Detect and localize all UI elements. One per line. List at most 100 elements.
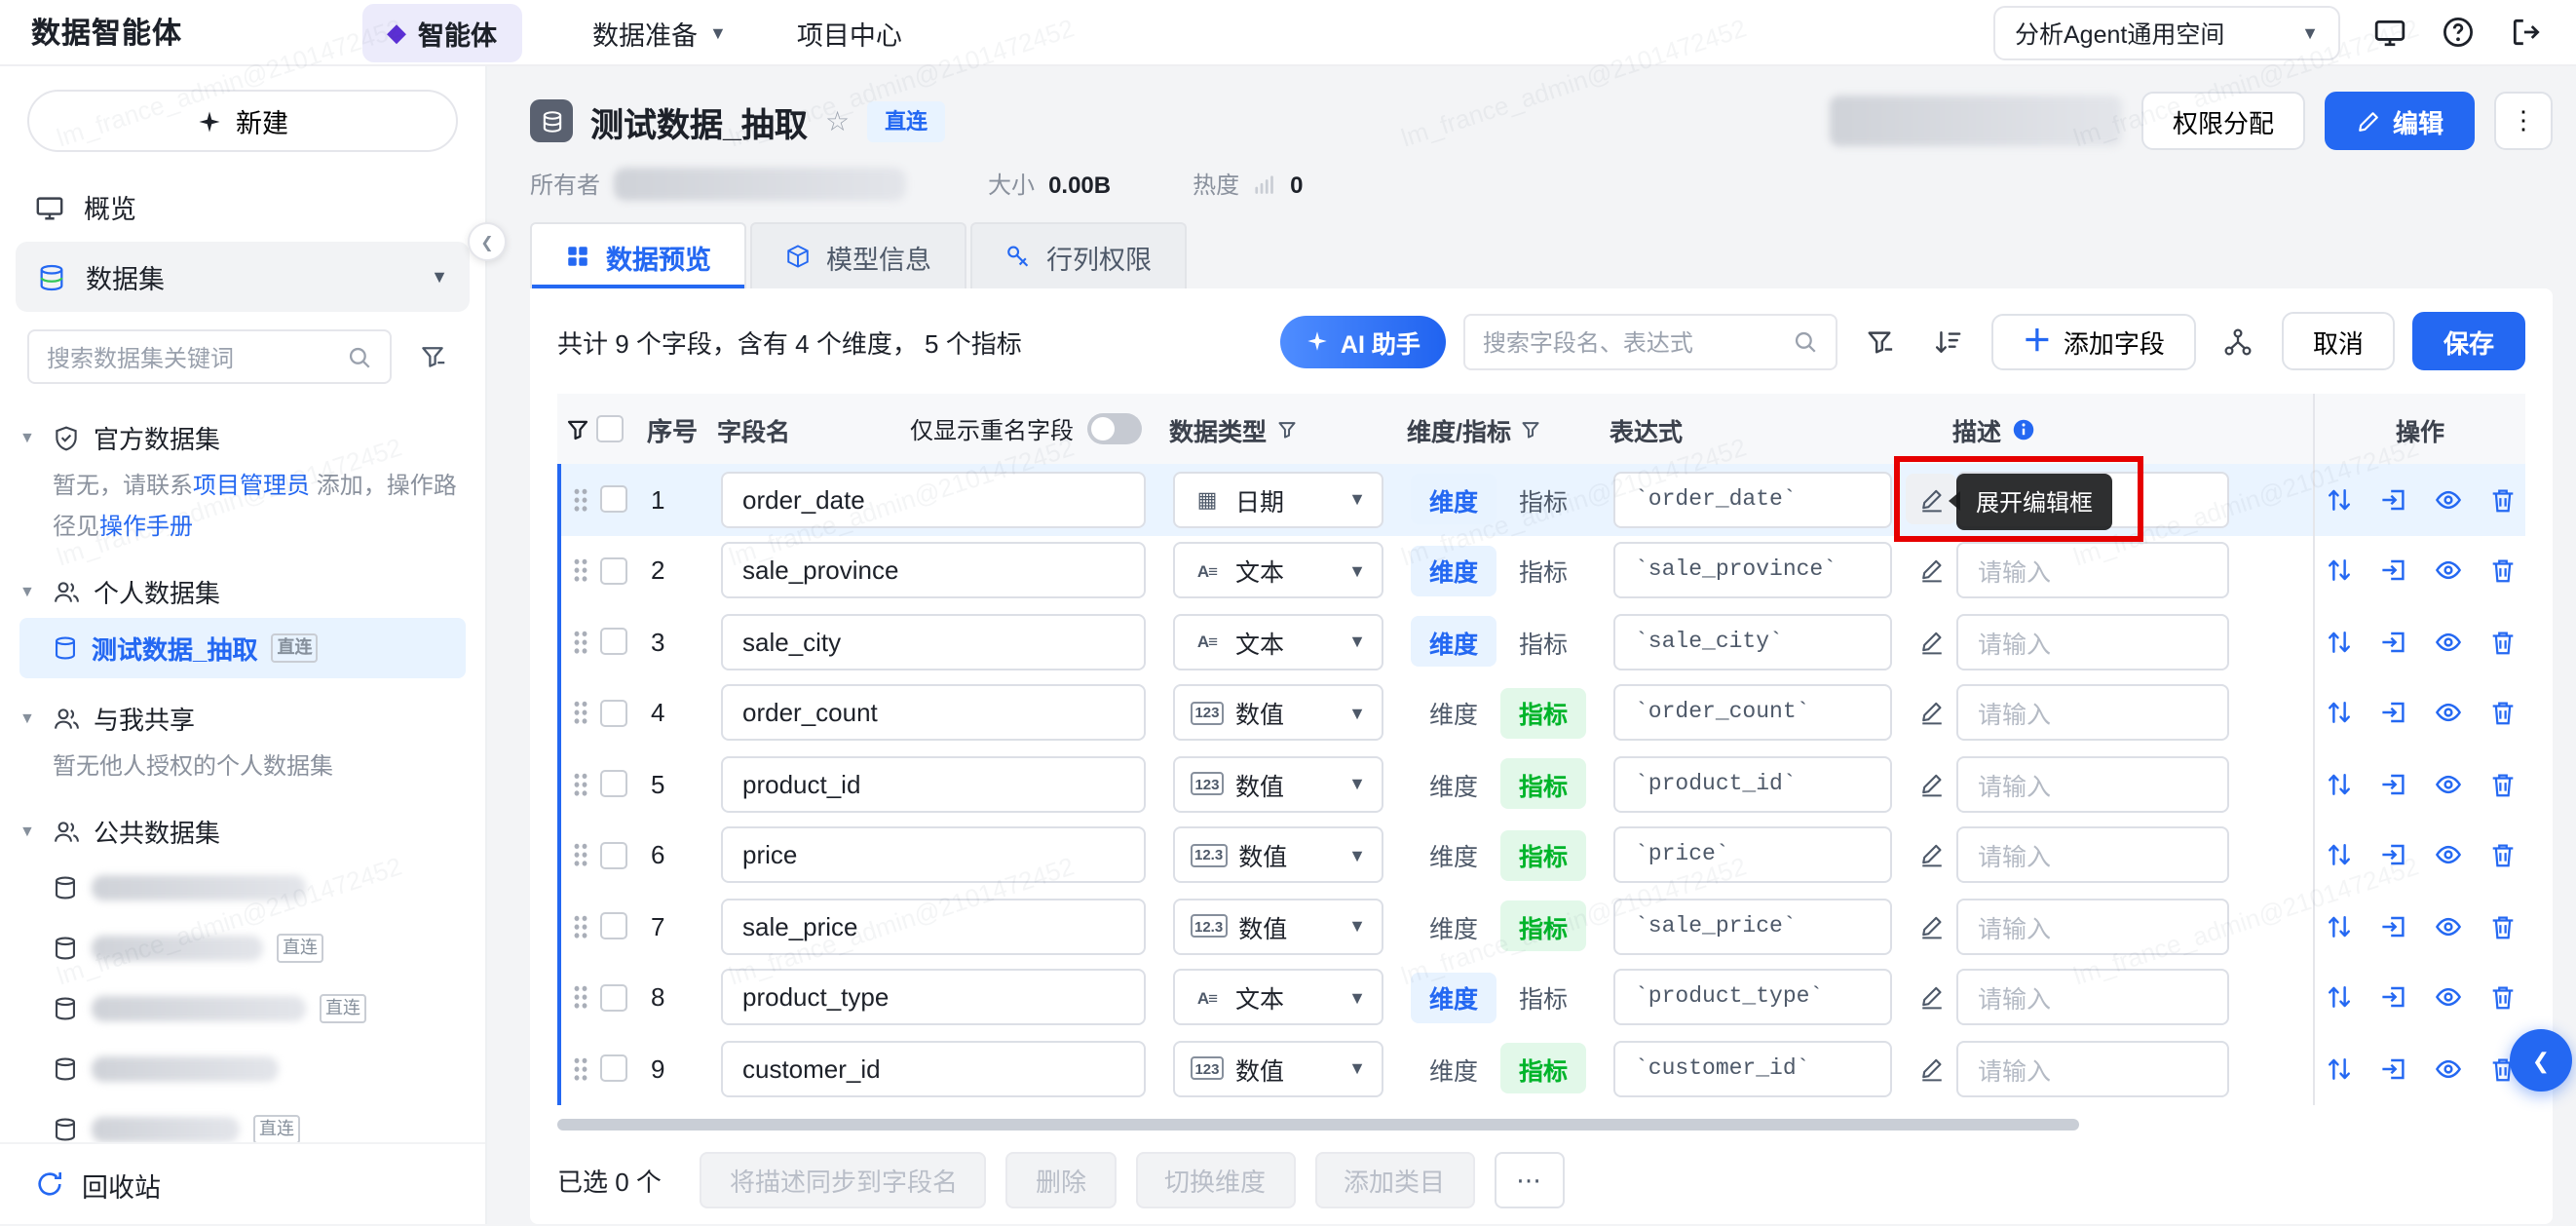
field-name-input[interactable]: sale_price <box>721 899 1146 955</box>
expand-editor-button[interactable] <box>1906 830 1956 881</box>
row-checkbox[interactable] <box>600 557 627 585</box>
dataset-search-input[interactable]: 搜索数据集关键词 <box>27 329 392 384</box>
row-checkbox[interactable] <box>600 771 627 798</box>
nav-item-data-prep[interactable]: 数据准备 ▼ <box>592 13 727 52</box>
nav-item-project-center[interactable]: 项目中心 <box>797 13 902 52</box>
filter-funnel-icon[interactable] <box>1855 316 1906 366</box>
row-checkbox[interactable] <box>600 629 627 656</box>
dimension-pill[interactable]: 维度 <box>1411 759 1496 810</box>
data-type-select[interactable]: 12.3 数值 ▼ <box>1173 827 1383 884</box>
add-category-button[interactable]: 添加类目 <box>1314 1152 1474 1208</box>
drag-handle-icon[interactable] <box>573 843 588 868</box>
info-icon[interactable] <box>2011 416 2036 441</box>
row-checkbox[interactable] <box>600 1055 627 1083</box>
dimension-pill[interactable]: 维度 <box>1411 1044 1496 1094</box>
dimension-pill[interactable]: 维度 <box>1411 901 1496 952</box>
project-admin-link[interactable]: 项目管理员 <box>193 472 310 499</box>
sidebar-item-datasets[interactable]: 数据集 ▼ <box>16 242 470 312</box>
drag-handle-icon[interactable] <box>573 558 588 584</box>
preview-eye-icon[interactable] <box>2433 628 2462 657</box>
field-name-input[interactable]: product_type <box>721 970 1146 1026</box>
ai-assistant-button[interactable]: AI 助手 <box>1280 315 1446 367</box>
more-menu-button[interactable]: ⋮ <box>2494 92 2553 150</box>
sidebar-item-recycle-bin[interactable]: 回收站 <box>0 1142 485 1224</box>
public-dataset-item[interactable]: 直连 <box>19 1099 466 1142</box>
expression-input[interactable]: `customer_id` <box>1613 1041 1892 1097</box>
description-input[interactable]: 请输入 <box>1956 472 2229 528</box>
move-field-icon[interactable] <box>2324 699 2353 728</box>
add-field-button[interactable]: ＋ 添加字段 <box>1991 313 2196 369</box>
delete-field-icon[interactable] <box>2487 841 2517 870</box>
field-name-input[interactable]: order_count <box>721 685 1146 742</box>
metric-pill[interactable]: 指标 <box>1500 617 1586 668</box>
move-field-icon[interactable] <box>2324 912 2353 941</box>
public-dataset-item[interactable] <box>19 858 466 918</box>
save-button[interactable]: 保存 <box>2412 312 2525 370</box>
edit-button[interactable]: 编辑 <box>2325 92 2475 150</box>
data-type-select[interactable]: 123 数值 ▼ <box>1173 685 1383 742</box>
model-graph-icon[interactable] <box>2214 316 2264 366</box>
drag-handle-icon[interactable] <box>573 914 588 939</box>
delete-button[interactable]: 删除 <box>1006 1152 1116 1208</box>
row-checkbox[interactable] <box>600 984 627 1012</box>
horizontal-scrollbar[interactable] <box>557 1118 2288 1130</box>
field-name-input[interactable]: product_id <box>721 756 1146 813</box>
description-input[interactable]: 请输入 <box>1956 899 2229 955</box>
expression-input[interactable]: `order_count` <box>1613 685 1892 742</box>
delete-field-icon[interactable] <box>2487 485 2517 515</box>
tree-head-public[interactable]: ▼ 公共数据集 <box>19 805 466 858</box>
preview-eye-icon[interactable] <box>2433 841 2462 870</box>
workspace-select[interactable]: 分析Agent通用空间 ▼ <box>1993 5 2340 59</box>
field-name-input[interactable]: price <box>721 827 1146 884</box>
scrollbar-thumb[interactable] <box>557 1118 2080 1130</box>
field-name-input[interactable]: sale_province <box>721 543 1146 599</box>
metric-pill[interactable]: 指标 <box>1500 546 1586 596</box>
more-actions-button[interactable]: ⋯ <box>1494 1152 1564 1208</box>
cancel-button[interactable]: 取消 <box>2282 312 2395 370</box>
move-field-icon[interactable] <box>2324 1054 2353 1084</box>
expand-editor-button[interactable] <box>1906 973 1956 1023</box>
expand-editor-button[interactable] <box>1906 546 1956 596</box>
sync-desc-button[interactable]: 将描述同步到字段名 <box>701 1152 987 1208</box>
tab-model-info[interactable]: 模型信息 <box>750 222 966 288</box>
metric-pill[interactable]: 指标 <box>1500 688 1586 739</box>
role-filter-icon[interactable] <box>1521 418 1542 440</box>
row-checkbox[interactable] <box>600 700 627 727</box>
move-field-icon[interactable] <box>2324 841 2353 870</box>
device-icon[interactable] <box>2369 13 2408 52</box>
expression-input[interactable]: `product_type` <box>1613 970 1892 1026</box>
field-name-input[interactable]: customer_id <box>721 1041 1146 1097</box>
description-input[interactable]: 请输入 <box>1956 685 2229 742</box>
description-input[interactable]: 请输入 <box>1956 543 2229 599</box>
data-type-select[interactable]: ▦ 日期 ▼ <box>1173 472 1383 528</box>
metric-pill[interactable]: 指标 <box>1500 973 1586 1023</box>
dimension-pill[interactable]: 维度 <box>1411 475 1496 525</box>
preview-eye-icon[interactable] <box>2433 556 2462 586</box>
collapse-panel-floating-button[interactable]: ❮ <box>2510 1029 2572 1092</box>
expression-input[interactable]: `sale_city` <box>1613 614 1892 670</box>
delete-field-icon[interactable] <box>2487 556 2517 586</box>
insert-field-icon[interactable] <box>2378 841 2407 870</box>
insert-field-icon[interactable] <box>2378 983 2407 1013</box>
sidebar-item-overview[interactable]: 概览 <box>0 172 485 242</box>
insert-field-icon[interactable] <box>2378 628 2407 657</box>
preview-eye-icon[interactable] <box>2433 770 2462 799</box>
expand-editor-button[interactable] <box>1906 475 1956 525</box>
insert-field-icon[interactable] <box>2378 1054 2407 1084</box>
move-field-icon[interactable] <box>2324 983 2353 1013</box>
move-field-icon[interactable] <box>2324 770 2353 799</box>
expand-editor-button[interactable] <box>1906 759 1956 810</box>
drag-handle-icon[interactable] <box>573 1056 588 1082</box>
metric-pill[interactable]: 指标 <box>1500 475 1586 525</box>
expression-input[interactable]: `product_id` <box>1613 756 1892 813</box>
row-checkbox[interactable] <box>600 842 627 869</box>
preview-eye-icon[interactable] <box>2433 1054 2462 1084</box>
description-input[interactable]: 请输入 <box>1956 756 2229 813</box>
dimension-pill[interactable]: 维度 <box>1411 617 1496 668</box>
sidebar-collapse-button[interactable]: ❮ <box>468 222 507 261</box>
metric-pill[interactable]: 指标 <box>1500 1044 1586 1094</box>
move-field-icon[interactable] <box>2324 628 2353 657</box>
expand-editor-button[interactable] <box>1906 1044 1956 1094</box>
insert-field-icon[interactable] <box>2378 556 2407 586</box>
expand-editor-button[interactable] <box>1906 617 1956 668</box>
